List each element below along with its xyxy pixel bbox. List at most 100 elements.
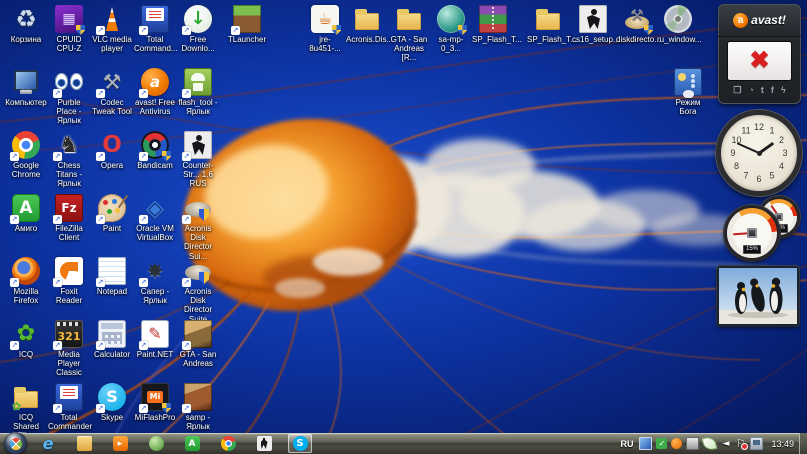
desktop-icon-flash-tool[interactable]: ↗flash_tool - Ярлык <box>177 68 219 116</box>
desktop-icon-label: TLauncher <box>226 35 268 44</box>
desktop-icon-avast-free-antivirus[interactable]: a↗avast! Free Antivirus <box>134 68 176 116</box>
desktop-icon-codec-tweak-tool[interactable]: ⚒↗Codec Tweak Tool <box>91 68 133 116</box>
desktop-icon-filezilla[interactable]: Fz↗FileZilla Client <box>48 194 90 242</box>
volume-tray-icon[interactable]: ◄ <box>720 438 731 449</box>
clock-gadget[interactable]: 123456789101112 <box>716 110 802 196</box>
desktop-icon-god-mode[interactable]: Режим Бога <box>667 68 709 116</box>
desktop-icon-diskdirector-setup[interactable]: ⚒diskdirecto... <box>616 5 658 44</box>
desktop-icon-opera[interactable]: O↗Opera <box>91 131 133 170</box>
desktop-icon-chess-titans[interactable]: ♞↗Chess Titans - Ярлык <box>48 131 90 189</box>
desktop-icon-virtualbox[interactable]: ◈↗Oracle VM VirtualBox <box>134 194 176 242</box>
desktop-icon-minesweeper[interactable]: ✸↗Сапер - Ярлык <box>134 257 176 305</box>
desktop-icon-ru-windows-iso[interactable]: ru_window... <box>657 5 699 44</box>
desktop-icon-mozilla-firefox[interactable]: ↗Mozilla Firefox <box>5 257 47 305</box>
desktop-icon-sp-flash-tool-folder[interactable]: SP_Flash_T... <box>527 5 569 44</box>
desktop-icon-total-commander[interactable]: ↗Total Commander <box>48 383 90 431</box>
acronis-icon: ↗ <box>184 257 212 285</box>
facebook-icon[interactable]: f <box>771 84 774 96</box>
desktop-icon-label: Компьютер <box>5 98 47 107</box>
taskbar-button-green-app[interactable] <box>144 434 168 453</box>
desktop-icon-free-download-manager[interactable]: ↓↗Free Downlo... <box>177 5 219 53</box>
desktop-icon-acronis-folder[interactable]: Acronis.Dis... <box>346 5 388 44</box>
foxit-icon: ↗ <box>55 257 83 285</box>
leaf-tray-icon[interactable] <box>702 436 717 451</box>
desktop-icon-notepad[interactable]: ↗Notepad <box>91 257 133 296</box>
miflash-icon: Mi↗ <box>141 383 169 411</box>
desktop-icon-computer[interactable]: Компьютер <box>5 68 47 107</box>
desktop-icon-counter-strike-16[interactable]: ↗Counter-Str... 1.6 RUS <box>177 131 219 189</box>
desktop-icon-label: Free Downlo... <box>177 35 219 53</box>
taskbar-clock[interactable]: 13:49 <box>767 439 798 449</box>
uac-shield-icon <box>458 25 467 35</box>
taskbar-button-media-player[interactable]: ▸ <box>108 434 132 453</box>
filezilla-icon: Fz↗ <box>55 194 83 222</box>
desktop-icon-calculator[interactable]: ↗Calculator <box>91 320 133 359</box>
desktop-icon-jre-installer[interactable]: ☕jre-8u451-... <box>304 5 346 53</box>
desktop-icon-grid: ♻Корзина▦CPUID CPU-Z↗VLC media player↗To… <box>0 0 807 454</box>
desktop-icon-label: Opera <box>91 161 133 170</box>
network-tray-icon[interactable] <box>750 437 763 450</box>
iso-icon <box>664 5 692 33</box>
cs-icon: ↗ <box>184 131 212 159</box>
desktop-icon-gta-folder[interactable]: GTA - San Andreas [R... <box>388 5 430 63</box>
desktop-icon-cpu-z[interactable]: ▦CPUID CPU-Z <box>48 5 90 53</box>
shortcut-arrow-icon: ↗ <box>182 215 191 224</box>
clock-number: 9 <box>727 147 739 159</box>
avast-tray-icon[interactable] <box>671 438 682 449</box>
internet-explorer-icon: e <box>41 436 56 451</box>
desktop-icon-samp-shortcut[interactable]: ↗samp - Ярлык <box>177 383 219 431</box>
start-button[interactable] <box>4 432 27 454</box>
desktop-icon-label: sa-mp-0_3... <box>430 35 472 53</box>
shortcut-arrow-icon: ↗ <box>53 278 62 287</box>
show-desktop-button[interactable] <box>799 433 807 454</box>
desktop-icon-amigo[interactable]: A↗Амиго <box>5 194 47 233</box>
share-icon[interactable]: ϟ <box>781 84 786 96</box>
taskbar-button-chrome[interactable] <box>216 434 240 453</box>
cpu-chip-icon <box>747 228 757 238</box>
taskbar-button-internet-explorer[interactable]: e <box>36 434 60 453</box>
desktop-icon-cs16-setup[interactable]: cs16_setup... <box>572 5 614 44</box>
floppy-icon: ↗ <box>55 383 83 411</box>
desktop-icon-skype[interactable]: S↗Skype <box>91 383 133 422</box>
action-center-tray-icon[interactable]: ⚐ <box>735 438 746 449</box>
avast-gadget[interactable]: a avast! ✖ ❐◔tfϟ <box>718 4 801 104</box>
desktop-icon-acronis-disk-director[interactable]: ↗Acronis Disk Director Suite <box>177 257 219 324</box>
taskbar-button-skype[interactable]: S <box>288 434 312 453</box>
desktop-icon-foxit-reader[interactable]: ↗Foxit Reader <box>48 257 90 305</box>
desktop-icon-label: Chess Titans - Ярлык <box>48 161 90 189</box>
desktop-icon-recycle-bin[interactable]: ♻Корзина <box>5 5 47 44</box>
security-check-tray-icon[interactable]: ✓ <box>656 438 667 449</box>
desktop-icon-paint-net[interactable]: ✎↗Paint.NET <box>134 320 176 359</box>
desktop-icon-miflashpro[interactable]: Mi↗MiFlashPro <box>134 383 176 422</box>
desktop-icon-label: Сапер - Ярлык <box>134 287 176 305</box>
language-indicator[interactable]: RU <box>620 439 635 449</box>
desktop-icon-vlc-media-player[interactable]: ↗VLC media player <box>91 5 133 53</box>
desktop-icon-acronis-disk-director-shortcut[interactable]: ↗Acronis Disk Director Sui... <box>177 194 219 261</box>
box-icon[interactable]: ❐ <box>733 84 741 96</box>
desktop-icon-gta-san-andreas[interactable]: ↗GTA - San Andreas <box>177 320 219 368</box>
twitter-icon[interactable]: t <box>761 84 764 96</box>
shortcut-arrow-icon: ↗ <box>231 26 240 35</box>
desktop-icon-bandicam[interactable]: ↗Bandicam <box>134 131 176 170</box>
clock-number: 6 <box>753 173 765 185</box>
desktop-icon-label: SP_Flash_T... <box>472 35 514 44</box>
desktop-icon-total-commander-shortcut[interactable]: ↗Total Command... <box>134 5 176 53</box>
desktop-icon-paint[interactable]: ↗Paint <box>91 194 133 233</box>
desktop-icon-media-player-classic[interactable]: 321↗Media Player Classic <box>48 320 90 378</box>
display-tray-icon[interactable] <box>639 437 652 450</box>
taskbar-button-explorer[interactable] <box>72 434 96 453</box>
taskbar-button-amigo[interactable]: A <box>180 434 204 453</box>
keyboard-tray-icon[interactable] <box>686 437 699 450</box>
shortcut-arrow-icon: ↗ <box>96 341 105 350</box>
desktop-icon-purble-place[interactable]: ↗Purble Place - Ярлык <box>48 68 90 126</box>
desktop-icon-google-chrome[interactable]: ↗Google Chrome <box>5 131 47 179</box>
desktop-icon-icq[interactable]: ✿↗ICQ <box>5 320 47 359</box>
penguins-photo-gadget[interactable] <box>717 266 799 326</box>
desktop-icon-samp-installer[interactable]: sa-mp-0_3... <box>430 5 472 53</box>
taskbar-button-counter-strike[interactable] <box>252 434 276 453</box>
history-icon[interactable]: ◔ <box>748 84 753 96</box>
desktop-icon-sp-flash-tool-archive[interactable]: SP_Flash_T... <box>472 5 514 44</box>
desktop-icon-tlauncher[interactable]: ↗TLauncher <box>226 5 268 44</box>
cpu-meter-gadget[interactable]: 37% 15% <box>716 196 802 260</box>
shortcut-arrow-icon: ↗ <box>96 404 105 413</box>
